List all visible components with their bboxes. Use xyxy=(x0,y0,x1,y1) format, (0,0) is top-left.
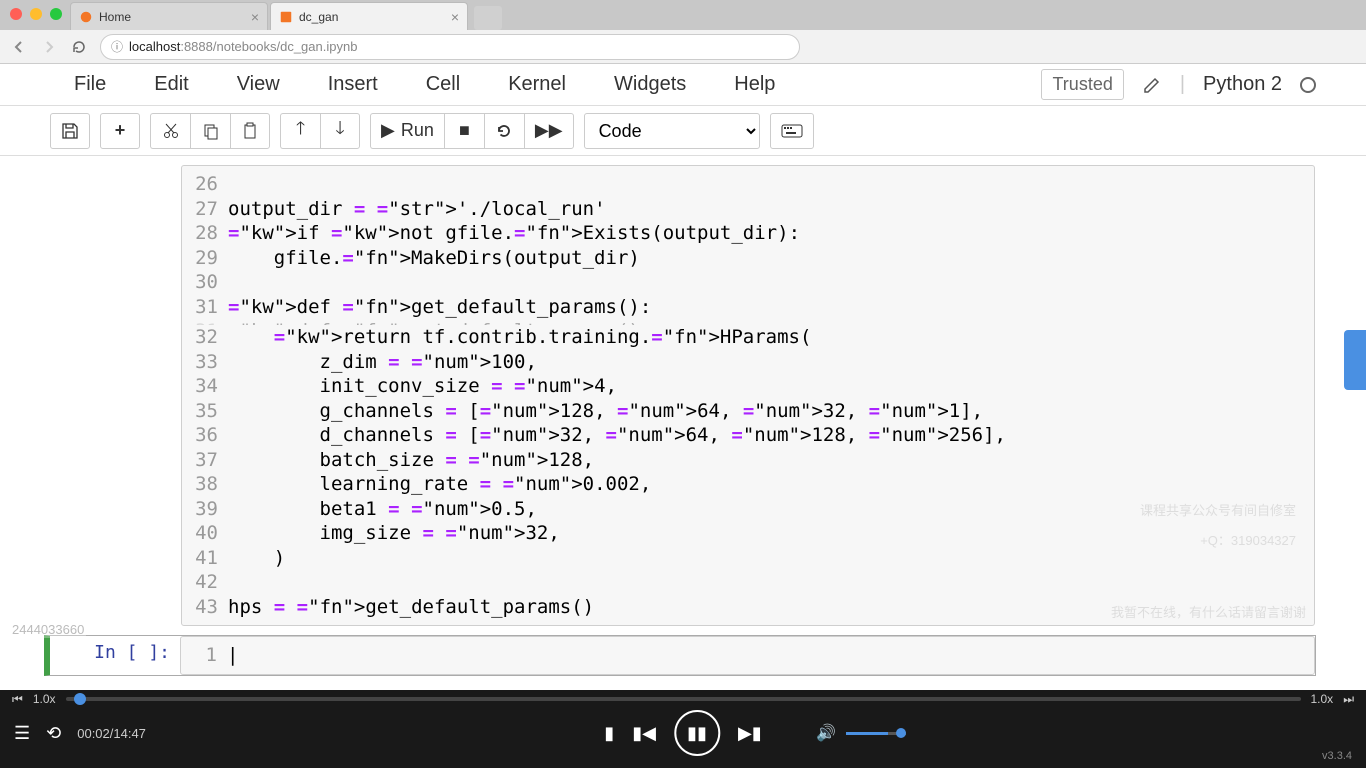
save-button[interactable] xyxy=(50,113,90,149)
address-bar: ⓘ localhost:8888/notebooks/dc_gan.ipynb xyxy=(0,30,1366,64)
code-content[interactable]: output_dir = ="str">'./local_run'="kw">i… xyxy=(228,172,1308,619)
watermark: 2444033660 xyxy=(10,621,86,638)
close-tab-icon[interactable]: × xyxy=(251,9,259,25)
volume-icon[interactable]: 🔊 xyxy=(816,723,836,743)
cell-type-select[interactable]: Code xyxy=(584,113,760,149)
toolbar: + 🡑 🡓 ▶Run ■ ▶▶ Code xyxy=(0,106,1366,156)
volume-slider[interactable] xyxy=(846,732,906,735)
playback-speed[interactable]: 1.0x xyxy=(1311,692,1334,706)
close-tab-icon[interactable]: × xyxy=(451,9,459,25)
edit-icon[interactable] xyxy=(1142,75,1162,95)
tab-strip: Home × dc_gan × xyxy=(0,0,1366,30)
stop-icon[interactable]: ▮ xyxy=(604,723,614,744)
menu-bar: File Edit View Insert Cell Kernel Widget… xyxy=(0,64,1366,106)
progress-thumb[interactable] xyxy=(74,693,86,705)
loop-icon[interactable]: ⟲ xyxy=(46,723,61,744)
maximize-window-icon[interactable] xyxy=(50,8,62,20)
copy-button[interactable] xyxy=(190,113,230,149)
line-numbers: 1 xyxy=(187,643,227,668)
restart-button[interactable] xyxy=(484,113,524,149)
interrupt-button[interactable]: ■ xyxy=(444,113,484,149)
menu-file[interactable]: File xyxy=(50,73,130,96)
menu-insert[interactable]: Insert xyxy=(304,73,402,96)
info-icon: ⓘ xyxy=(111,38,123,55)
forward-button[interactable] xyxy=(40,38,58,56)
browser-tab-dcgan[interactable]: dc_gan × xyxy=(270,2,468,30)
trusted-badge[interactable]: Trusted xyxy=(1041,69,1123,100)
code-cell[interactable]: 26272829303131323334353637383940414243 o… xyxy=(50,164,1316,627)
back-button[interactable] xyxy=(10,38,28,56)
kernel-status-icon xyxy=(1300,77,1316,93)
fast-forward-icon[interactable]: ⏭ xyxy=(1343,692,1354,707)
menu-kernel[interactable]: Kernel xyxy=(484,73,590,96)
notebook-area[interactable]: 26272829303131323334353637383940414243 o… xyxy=(0,156,1366,676)
menu-edit[interactable]: Edit xyxy=(130,73,212,96)
play-pause-button[interactable]: ▮▮ xyxy=(674,710,720,756)
kernel-name[interactable]: Python 2 xyxy=(1203,73,1282,96)
code-content[interactable]: | xyxy=(227,643,1308,668)
cell-prompt: In [ ]: xyxy=(50,636,180,675)
browser-chrome: Home × dc_gan × ⓘ localhost:8888/noteboo… xyxy=(0,0,1366,64)
cut-button[interactable] xyxy=(150,113,190,149)
cell-prompt xyxy=(51,165,181,626)
code-input[interactable]: 1 | xyxy=(180,636,1315,675)
notebook-icon xyxy=(279,10,293,24)
window-controls xyxy=(10,8,62,20)
volume-control[interactable]: 🔊 xyxy=(816,723,906,743)
rewind-icon[interactable]: ⏮ xyxy=(12,692,23,707)
new-tab-button[interactable] xyxy=(474,6,502,30)
next-icon[interactable]: ▶▮ xyxy=(738,723,762,744)
version-label: v3.3.4 xyxy=(1322,750,1352,762)
faint-overlay: 课程共享公众号有间自修室 xyxy=(1140,500,1296,519)
move-up-button[interactable]: 🡑 xyxy=(280,113,320,149)
add-cell-button[interactable]: + xyxy=(100,113,140,149)
tab-title: Home xyxy=(99,10,245,24)
command-palette-button[interactable] xyxy=(770,113,814,149)
empty-code-cell[interactable]: In [ ]: 1 | xyxy=(44,635,1316,676)
close-window-icon[interactable] xyxy=(10,8,22,20)
menu-help[interactable]: Help xyxy=(710,73,799,96)
video-player: ⏮ 1.0x 1.0x ⏭ ☰ ⟲ 00:02/14:47 ▮ ▮◀ ▮▮ ▶▮… xyxy=(0,690,1366,768)
side-tab[interactable] xyxy=(1344,330,1366,390)
browser-tab-home[interactable]: Home × xyxy=(70,2,268,30)
move-down-button[interactable]: 🡓 xyxy=(320,113,360,149)
minimize-window-icon[interactable] xyxy=(30,8,42,20)
playback-speed[interactable]: 1.0x xyxy=(33,692,56,706)
menu-cell[interactable]: Cell xyxy=(402,73,484,96)
menu-widgets[interactable]: Widgets xyxy=(590,73,710,96)
reload-button[interactable] xyxy=(70,38,88,56)
tab-title: dc_gan xyxy=(299,10,445,24)
code-input[interactable]: 26272829303131323334353637383940414243 o… xyxy=(181,165,1315,626)
prev-icon[interactable]: ▮◀ xyxy=(632,723,656,744)
jupyter-notebook: File Edit View Insert Cell Kernel Widget… xyxy=(0,64,1366,676)
line-numbers: 26272829303131323334353637383940414243 xyxy=(188,172,228,619)
paste-button[interactable] xyxy=(230,113,270,149)
menu-view[interactable]: View xyxy=(213,73,304,96)
jupyter-icon xyxy=(79,10,93,24)
url-text: localhost:8888/notebooks/dc_gan.ipynb xyxy=(129,39,357,54)
faint-overlay: 我暂不在线，有什么话请留言谢谢 xyxy=(1111,602,1306,621)
url-field[interactable]: ⓘ localhost:8888/notebooks/dc_gan.ipynb xyxy=(100,34,800,60)
faint-overlay: +Q：319034327 xyxy=(1200,530,1296,549)
restart-run-all-button[interactable]: ▶▶ xyxy=(524,113,574,149)
progress-bar[interactable] xyxy=(66,697,1301,701)
run-button[interactable]: ▶Run xyxy=(370,113,444,149)
time-display: 00:02/14:47 xyxy=(77,726,146,741)
playlist-icon[interactable]: ☰ xyxy=(14,723,30,744)
